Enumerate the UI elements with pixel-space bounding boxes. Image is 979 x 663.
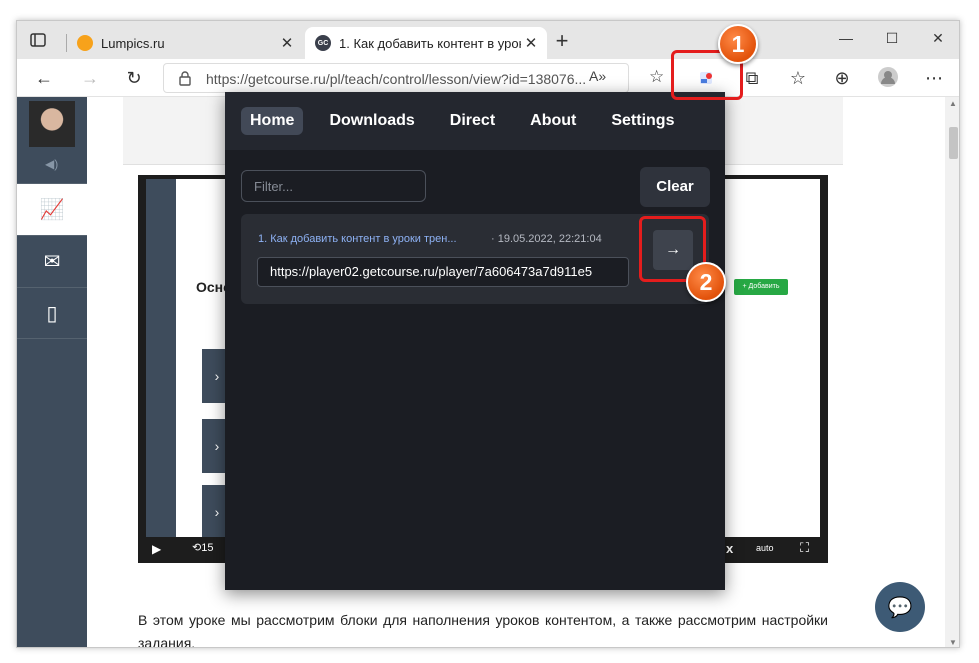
speed-label[interactable]: x [726,541,733,556]
scroll-up-icon[interactable]: ▲ [949,99,957,108]
profile-icon[interactable] [875,66,901,90]
url-text: https://getcourse.ru/pl/teach/control/le… [206,71,587,87]
read-aloud-icon[interactable]: A» [589,68,606,84]
back-icon[interactable]: ← [31,66,57,90]
popup-nav: Home Downloads Direct About Settings [225,92,725,150]
filter-input[interactable] [241,170,426,202]
scroll-down-icon[interactable]: ▼ [949,638,957,647]
quality-label[interactable]: auto [756,543,774,553]
tab-downloads[interactable]: Downloads [320,107,423,135]
video-add-button: + Добавить [734,279,788,295]
window-controls: — ☐ ✕ [823,21,959,55]
new-tab-button[interactable]: + [550,29,574,53]
gc-favicon: GC [315,35,331,51]
callout-badge-1: 1 [718,24,758,64]
video-sidebar [146,179,176,537]
rewind-15-icon[interactable]: ⟲15 [192,541,213,554]
chart-icon: 📈 [39,199,65,221]
tab-lumpics[interactable]: Lumpics.ru ✕ [67,27,303,59]
more-menu-icon[interactable]: ⋯ [921,66,947,90]
fullscreen-icon[interactable]: ⛶ [800,540,809,556]
sidebar-item-messages[interactable]: ✉ [17,235,87,287]
article-paragraph: В этом уроке мы рассмотрим блоки для нап… [138,612,828,648]
add-favorite-icon[interactable]: ☆ [649,67,664,87]
minimize-button[interactable]: — [823,21,869,55]
tab-lesson[interactable]: GC 1. Как добавить контент в уроки ✕ [305,27,547,59]
address-bar[interactable]: https://getcourse.ru/pl/teach/control/le… [163,63,629,93]
left-sidebar: ◀) 📈 ✉ ▯ [17,97,87,647]
tab-settings[interactable]: Settings [602,107,683,135]
clear-button[interactable]: Clear [640,167,710,207]
tab-about[interactable]: About [521,107,585,135]
media-item-url[interactable]: https://player02.getcourse.ru/player/7a6… [257,257,629,287]
lumpics-orange-icon [77,35,93,51]
extension-popup: Home Downloads Direct About Settings Cle… [225,92,725,590]
media-item-date: · 19.05.2022, 22:21:04 [491,233,602,245]
page-scrollbar[interactable]: ▲ ▼ [945,97,959,647]
scrollbar-thumb[interactable] [949,127,958,159]
play-icon[interactable]: ▶ [152,542,161,556]
tab-actions-icon[interactable] [29,31,47,49]
tab-home[interactable]: Home [241,107,304,135]
refresh-icon[interactable]: ↻ [121,66,147,90]
tab-title: Lumpics.ru [101,35,165,51]
phone-icon: ▯ [46,302,58,325]
lock-icon [179,71,191,86]
avatar[interactable] [29,101,75,147]
close-window-button[interactable]: ✕ [915,21,959,55]
collections-icon[interactable]: ⊕ [829,66,855,90]
speaker-icon: ◀) [45,157,59,171]
sidebar-item-mobile[interactable]: ▯ [17,287,87,339]
sidebar-item-analytics[interactable]: 📈 [17,183,87,235]
maximize-button[interactable]: ☐ [869,21,915,55]
media-item-title[interactable]: 1. Как добавить контент в уроки трен... [258,233,478,245]
tab-title: 1. Как добавить контент в уроки [339,35,521,51]
tab-direct[interactable]: Direct [441,107,504,135]
tab-strip: Lumpics.ru ✕ GC 1. Как добавить контент … [17,21,959,59]
forward-icon[interactable]: → [77,66,103,90]
callout-badge-2: 2 [686,262,726,302]
close-tab-icon[interactable]: ✕ [277,34,297,52]
close-tab-icon[interactable]: ✕ [521,34,541,52]
envelope-icon: ✉ [43,251,61,273]
chat-bubble-icon: 💬 [887,596,913,619]
chat-button[interactable]: 💬 [875,582,925,632]
favorites-icon[interactable]: ☆ [785,66,811,90]
